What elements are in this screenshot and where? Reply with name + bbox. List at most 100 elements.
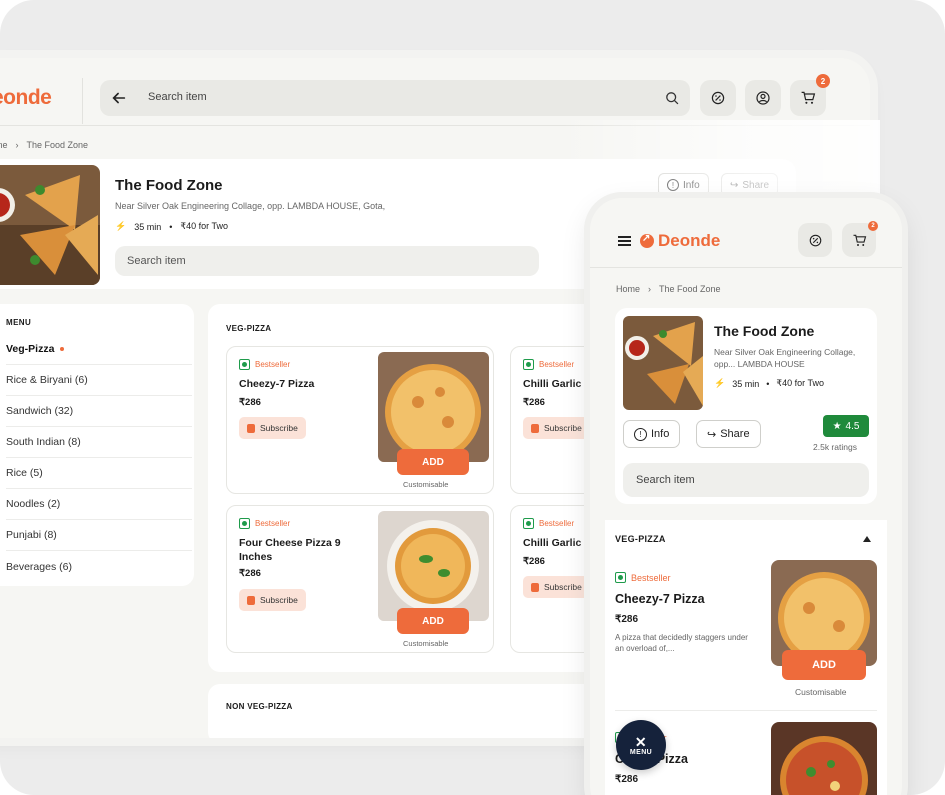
delivery-time: 35 min <box>732 378 760 389</box>
rating-value: 4.5 <box>845 420 860 432</box>
category-menu: MENU Veg-Pizza Rice & Biryani (6) Sandwi… <box>0 304 194 586</box>
menu-item-rice-biryani[interactable]: Rice & Biryani (6) <box>6 365 192 396</box>
customisable-label: Customisable <box>403 639 449 648</box>
brand-name: Deonde <box>658 231 721 250</box>
brand-logo[interactable]: Deonde <box>640 231 720 251</box>
product-card[interactable]: Bestseller Cheezy-7 Pizza ₹286 Subscribe… <box>226 346 494 494</box>
product-price: ₹286 <box>615 774 639 785</box>
menu-item-noodles[interactable]: Noodles (2) <box>6 489 192 520</box>
menu-item-south-indian[interactable]: South Indian (8) <box>6 427 192 458</box>
product-price: ₹286 <box>615 614 639 625</box>
search-bar[interactable]: Search item <box>100 80 690 116</box>
customisable-label: Customisable <box>795 687 847 697</box>
cost-for-two: ₹40 for Two <box>776 378 824 388</box>
share-label: Share <box>720 428 750 440</box>
product-price: ₹286 <box>523 397 545 408</box>
caret-up-icon[interactable] <box>863 536 871 542</box>
cart-count-badge: 2 <box>816 74 830 88</box>
info-icon: ! <box>667 179 679 191</box>
bestseller-tag: Bestseller <box>239 518 290 529</box>
dot-separator: • <box>766 378 770 389</box>
info-button[interactable]: ! Info <box>623 420 681 448</box>
add-button[interactable]: ADD <box>782 650 866 680</box>
subscribe-label: Subscribe <box>544 582 582 592</box>
menu-fab-button[interactable]: ✕ MENU <box>616 720 666 770</box>
profile-button[interactable] <box>745 80 781 116</box>
menu-item-beverages[interactable]: Beverages (6) <box>6 551 192 582</box>
offers-button[interactable] <box>700 80 736 116</box>
breadcrumb-home[interactable]: ome <box>0 140 8 150</box>
brand-logo[interactable]: eonde <box>0 86 52 110</box>
restaurant-card: The Food Zone Near Silver Oak Engineerin… <box>615 308 877 504</box>
back-arrow-icon[interactable] <box>110 89 128 107</box>
offers-button[interactable] <box>798 223 832 257</box>
menu-item-punjabi[interactable]: Punjabi (8) <box>6 520 192 551</box>
share-button[interactable]: ↪ Share <box>721 173 779 197</box>
info-label: Info <box>651 428 670 440</box>
active-dot <box>60 347 65 351</box>
bestseller-tag: Bestseller <box>615 572 671 583</box>
menu-item-sandwich[interactable]: Sandwich (32) <box>6 396 192 427</box>
breadcrumb-home[interactable]: Home <box>616 284 640 294</box>
restaurant-meta: ⚡ 35 min • ₹40 for Two <box>714 378 824 389</box>
subscribe-button[interactable]: Subscribe <box>239 417 306 439</box>
share-button[interactable]: ↪ Share <box>696 420 761 448</box>
hamburger-menu-icon[interactable] <box>618 236 631 246</box>
section-title: VEG-PIZZA <box>615 534 666 544</box>
rating-badge: ★ 4.5 <box>823 415 869 437</box>
breadcrumb: ome › The Food Zone <box>0 140 88 150</box>
restaurant-name: The Food Zone <box>714 323 815 339</box>
phone-frame: Deonde 2 Home › The Food Zone <box>590 198 902 795</box>
restaurant-image <box>0 165 100 285</box>
bestseller-label: Bestseller <box>539 360 575 369</box>
info-icon: ! <box>634 427 647 441</box>
section-title: VEG-PIZZA <box>226 324 272 333</box>
subscribe-button[interactable]: Subscribe <box>239 589 306 611</box>
user-icon <box>756 91 770 105</box>
restaurant-search-placeholder[interactable]: Search item <box>127 255 186 267</box>
bestseller-tag: Bestseller <box>523 518 574 529</box>
product-price: ₹286 <box>239 568 261 579</box>
product-image <box>771 722 877 795</box>
menu-item-rice[interactable]: Rice (5) <box>6 458 192 489</box>
bestseller-label: Bestseller <box>631 572 671 583</box>
desktop-header: eonde Search item 2 <box>0 58 870 126</box>
bestseller-label: Bestseller <box>255 360 291 369</box>
subscribe-button[interactable]: Subscribe <box>523 576 590 598</box>
share-icon: ↪ <box>707 428 717 441</box>
breadcrumb-current: The Food Zone <box>26 140 89 150</box>
add-button[interactable]: ADD <box>397 608 469 634</box>
menu-item-label: Veg-Pizza <box>6 343 55 355</box>
menu-item-veg-pizza[interactable]: Veg-Pizza <box>6 334 192 365</box>
veg-icon <box>239 518 250 529</box>
bestseller-label: Bestseller <box>255 519 291 528</box>
discount-icon <box>809 234 821 246</box>
divider <box>82 78 83 124</box>
add-button[interactable]: ADD <box>397 449 469 475</box>
restaurant-search[interactable]: Search item <box>115 246 539 276</box>
product-card[interactable]: Bestseller Four Cheese Pizza 9 Inches ₹2… <box>226 505 494 653</box>
star-icon: ★ <box>832 420 842 432</box>
product-price: ₹286 <box>239 397 261 408</box>
search-placeholder[interactable]: Search item <box>636 474 695 486</box>
search-icon[interactable] <box>664 90 680 106</box>
info-button[interactable]: ! Info <box>658 173 709 197</box>
subscribe-button[interactable]: Subscribe <box>523 417 590 439</box>
search-placeholder[interactable]: Search item <box>148 91 207 103</box>
share-icon: ↪ <box>730 179 739 191</box>
breadcrumb-current: The Food Zone <box>659 284 721 294</box>
discount-icon <box>711 91 725 105</box>
menu-heading: MENU <box>6 318 32 327</box>
section-title: NON VEG-PIZZA <box>226 702 293 711</box>
lightning-icon: ⚡ <box>115 221 127 231</box>
restaurant-address: Near Silver Oak Engineering Collage, opp… <box>714 347 856 369</box>
info-label: Info <box>683 179 700 191</box>
bestseller-tag: Bestseller <box>523 359 574 370</box>
cart-button[interactable]: 2 <box>842 221 878 257</box>
product-image <box>378 352 489 462</box>
cart-button[interactable]: 2 <box>790 74 830 116</box>
restaurant-search[interactable]: Search item <box>623 463 869 497</box>
veg-icon <box>615 572 626 583</box>
menu-fab-label: MENU <box>629 748 653 756</box>
cart-icon <box>853 234 866 246</box>
